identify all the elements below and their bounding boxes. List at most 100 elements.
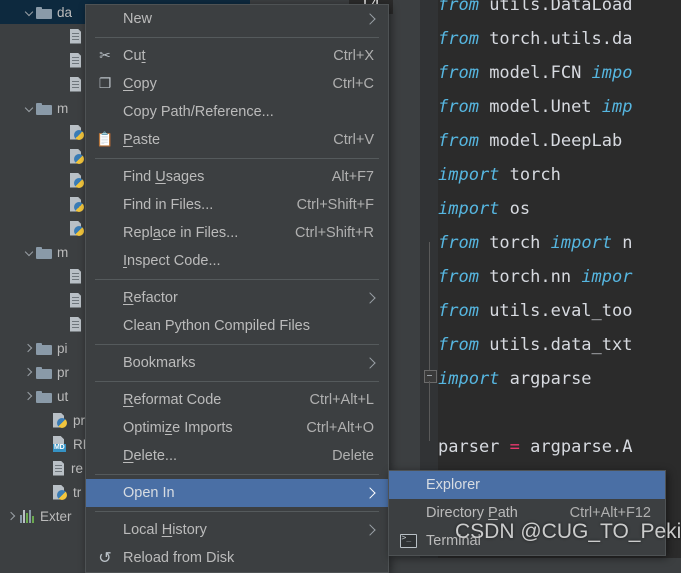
menu-item-find-usages[interactable]: Find Usages Alt+F7: [86, 163, 388, 191]
python-file-icon: [70, 221, 85, 236]
tree-twisty-closed[interactable]: [23, 342, 36, 355]
tree-twisty: [57, 30, 70, 43]
folder-icon: [36, 366, 52, 379]
chevron-right-icon: [364, 487, 376, 499]
tree-twisty: [57, 54, 70, 67]
submenu-item-label: Terminal: [426, 533, 481, 549]
submenu-item-terminal[interactable]: Terminal: [389, 527, 665, 555]
code-line: from torch.nn impor: [438, 267, 633, 287]
menu-item-reload-from-disk[interactable]: ↺ Reload from Disk: [86, 544, 388, 572]
code-line: from model.FCN impo: [438, 63, 633, 83]
submenu-item-label: Directory Path: [426, 505, 518, 521]
tree-twisty: [40, 414, 53, 427]
tree-twisty: [40, 438, 53, 451]
tree-item-label: tr: [73, 484, 82, 500]
code-fold-marker-icon[interactable]: [424, 370, 437, 383]
menu-item-shortcut: Alt+F7: [331, 169, 374, 185]
menu-item-label: Inspect Code...: [123, 253, 221, 269]
tree-item-label: pr: [73, 412, 86, 428]
menu-item-optimize-imports[interactable]: Optimize Imports Ctrl+Alt+O: [86, 414, 388, 442]
scissors-icon: ✂: [99, 48, 111, 64]
menu-item-reformat-code[interactable]: Reformat Code Ctrl+Alt+L: [86, 386, 388, 414]
menu-item-label: Find Usages: [123, 169, 205, 185]
menu-item-replace-in-files[interactable]: Replace in Files... Ctrl+Shift+R: [86, 219, 388, 247]
chevron-right-icon: [364, 13, 376, 25]
menu-item-find-in-files[interactable]: Find in Files... Ctrl+Shift+F: [86, 191, 388, 219]
menu-separator: [95, 344, 379, 345]
python-file-icon: [53, 485, 68, 500]
tree-twisty-open[interactable]: [23, 6, 36, 19]
menu-item-label: Delete...: [123, 448, 178, 464]
menu-item-cut[interactable]: ✂ Cut Ctrl+X: [86, 42, 388, 70]
menu-item-label: Find in Files...: [123, 197, 214, 213]
file-icon: [70, 317, 83, 332]
folder-icon: [36, 6, 52, 19]
chevron-right-icon: [364, 292, 376, 304]
menu-separator: [95, 474, 379, 475]
menu-item-new[interactable]: New: [86, 5, 388, 33]
submenu-item-directory-path[interactable]: Directory Path Ctrl+Alt+F12: [389, 499, 665, 527]
menu-item-label: Optimize Imports: [123, 420, 233, 436]
tree-twisty-closed[interactable]: [23, 366, 36, 379]
project-context-menu[interactable]: New ✂ Cut Ctrl+X ❐ Copy Ctrl+C Copy Path/Refere…: [85, 4, 389, 573]
menu-item-shortcut: Ctrl+C: [332, 76, 375, 92]
menu-item-inspect-code[interactable]: Inspect Code...: [86, 247, 388, 275]
submenu-item-explorer[interactable]: Explorer: [389, 471, 665, 499]
open-in-submenu[interactable]: Explorer Directory Path Ctrl+Alt+F12 Termin…: [388, 470, 666, 556]
tree-twisty-open[interactable]: [23, 246, 36, 259]
menu-item-copy[interactable]: ❐ Copy Ctrl+C: [86, 70, 388, 98]
menu-item-shortcut: Ctrl+V: [333, 132, 374, 148]
menu-item-label: Cut: [123, 48, 146, 64]
tree-twisty-closed[interactable]: [6, 510, 19, 523]
menu-item-label: Bookmarks: [123, 355, 196, 371]
menu-item-local-history[interactable]: Local History: [86, 516, 388, 544]
tree-twisty: [57, 294, 70, 307]
code-line: from torch.utils.da: [438, 29, 633, 49]
tree-twisty-closed[interactable]: [23, 390, 36, 403]
menu-item-shortcut: Ctrl+Alt+O: [306, 420, 374, 436]
menu-separator: [95, 279, 379, 280]
tree-item-label: da: [57, 4, 73, 20]
menu-item-label: Refactor: [123, 290, 178, 306]
copy-icon: ❐: [98, 76, 112, 92]
code-fold-line: [429, 242, 430, 370]
folder-icon: [36, 342, 52, 355]
code-line: from model.Unet imp: [438, 97, 633, 117]
file-icon: [70, 77, 83, 92]
menu-separator: [95, 381, 379, 382]
menu-separator: [95, 511, 379, 512]
menu-separator: [95, 158, 379, 159]
file-icon: [53, 461, 66, 476]
file-icon: [70, 29, 83, 44]
python-file-icon: [70, 149, 85, 164]
python-file-icon: [53, 413, 68, 428]
menu-item-label: Copy: [123, 76, 157, 92]
menu-item-label: Replace in Files...: [123, 225, 239, 241]
tree-item-label: pi: [57, 340, 68, 356]
chevron-right-icon: [364, 524, 376, 536]
menu-item-open-in[interactable]: Open In: [86, 479, 388, 507]
tree-twisty: [57, 126, 70, 139]
menu-item-paste[interactable]: 📋 Paste Ctrl+V: [86, 126, 388, 154]
submenu-item-label: Explorer: [426, 477, 480, 493]
code-line: from utils.data_txt: [438, 335, 633, 355]
tree-twisty-open[interactable]: [23, 102, 36, 115]
menu-item-copy-path-reference[interactable]: Copy Path/Reference...: [86, 98, 388, 126]
menu-item-shortcut: Ctrl+Shift+R: [295, 225, 374, 241]
menu-item-bookmarks[interactable]: Bookmarks: [86, 349, 388, 377]
menu-item-label: Reformat Code: [123, 392, 222, 408]
code-line: from model.DeepLab: [438, 131, 633, 151]
menu-item-label: Clean Python Compiled Files: [123, 318, 310, 334]
menu-separator: [95, 37, 379, 38]
menu-item-delete[interactable]: Delete... Delete: [86, 442, 388, 470]
menu-item-clean-python-compiled-files[interactable]: Clean Python Compiled Files: [86, 312, 388, 340]
code-fold-line-lower: [429, 381, 430, 441]
reload-icon: ↺: [98, 548, 112, 567]
clipboard-icon: 📋: [96, 132, 114, 148]
tree-item-label: re: [71, 460, 84, 476]
file-icon: [70, 53, 83, 68]
code-line: from torch import n: [438, 233, 633, 253]
menu-item-shortcut: Delete: [332, 448, 374, 464]
tree-twisty: [57, 174, 70, 187]
menu-item-refactor[interactable]: Refactor: [86, 284, 388, 312]
